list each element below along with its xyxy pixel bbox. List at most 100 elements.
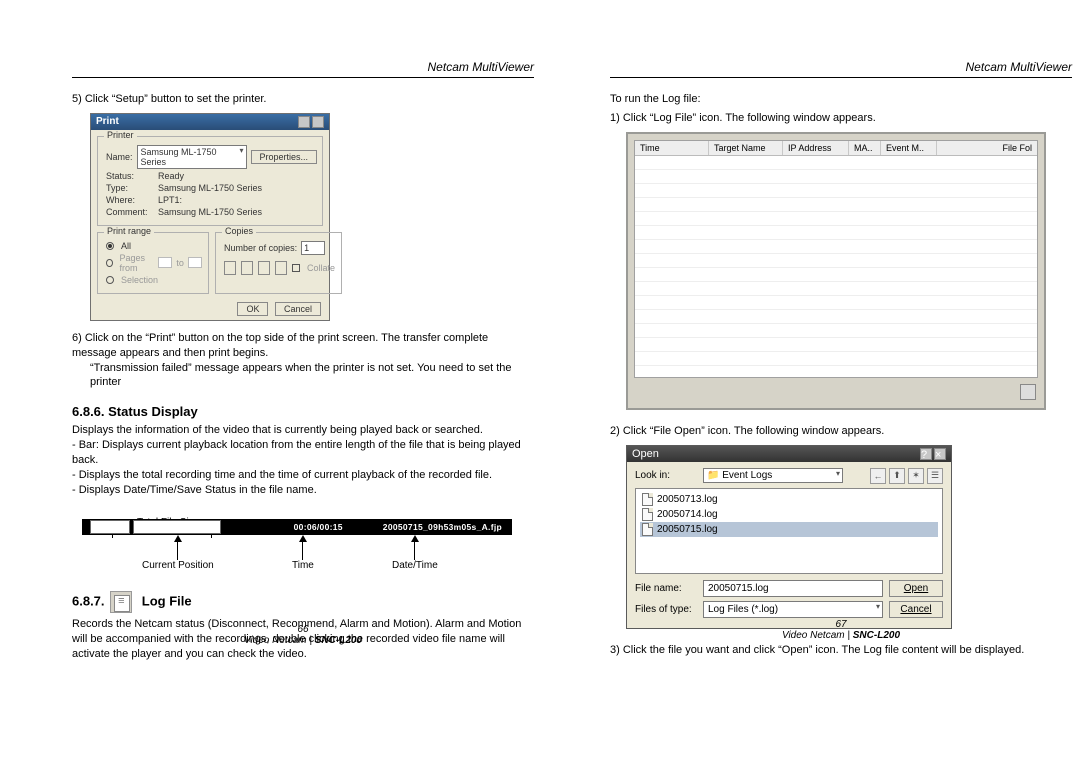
cancel-button[interactable]: Cancel xyxy=(275,302,321,316)
open-button[interactable]: Open xyxy=(889,580,943,597)
collate-label: Collate xyxy=(307,263,335,273)
printer-name-select[interactable]: Samsung ML-1750 Series xyxy=(137,145,247,169)
log-list-header: Time Target Name IP Address MA.. Event M… xyxy=(635,141,1037,156)
open-dialog-titlebar: Open ? × xyxy=(627,446,951,462)
file-name: 20050715.log xyxy=(657,524,718,535)
right-intro: To run the Log file: xyxy=(610,92,1072,107)
properties-button[interactable]: Properties... xyxy=(251,150,318,164)
footer-ref-a: Video Netcam xyxy=(782,630,845,641)
log-col-mac[interactable]: MA.. xyxy=(849,141,881,155)
file-open-icon[interactable] xyxy=(1020,384,1036,400)
printer-group-title: Printer xyxy=(104,130,137,140)
right-step-1: 1) Click “Log File” icon. The following … xyxy=(610,111,1072,126)
log-col-time[interactable]: Time xyxy=(635,141,709,155)
page-number-right: 67 xyxy=(610,619,1072,630)
back-icon[interactable]: ← xyxy=(870,468,886,484)
new-folder-icon[interactable]: ✶ xyxy=(908,468,924,484)
print-range-group: Print range All Pages fromto Selection xyxy=(97,232,209,294)
range-selection-label: Selection xyxy=(121,275,158,285)
log-col-ip[interactable]: IP Address xyxy=(783,141,849,155)
range-pages-radio[interactable] xyxy=(106,259,113,267)
file-name: 20050713.log xyxy=(657,494,718,505)
log-rows xyxy=(635,156,1037,366)
log-col-filefol[interactable]: File Fol xyxy=(937,141,1037,155)
print-range-title: Print range xyxy=(104,226,154,236)
range-all-label: All xyxy=(121,241,131,251)
copies-input[interactable]: 1 xyxy=(301,241,325,255)
step-6-line1: 6) Click on the “Print” button on the to… xyxy=(72,331,534,361)
dialog-cancel-button[interactable]: Cancel xyxy=(889,601,943,618)
range-from-input[interactable] xyxy=(158,257,172,268)
section-686-p1: Displays the information of the video th… xyxy=(72,423,534,438)
copies-label: Number of copies: xyxy=(224,243,297,253)
footer-right: 67 Video Netcam | SNC-L200 xyxy=(610,619,1072,641)
filename-input[interactable]: 20050715.log xyxy=(703,580,883,597)
copies-title: Copies xyxy=(222,226,256,236)
page-header-left: Netcam MultiViewer xyxy=(72,60,534,78)
list-item[interactable]: 20050714.log xyxy=(640,507,938,522)
footer-ref-a: Video Netcam xyxy=(244,635,307,646)
log-col-target[interactable]: Target Name xyxy=(709,141,783,155)
printer-comment-value: Samsung ML-1750 Series xyxy=(158,207,316,217)
printer-where-value: LPT1: xyxy=(158,195,316,205)
playback-status-bar: 00:06/00:15 20050715_09h53m05s_A.fjp xyxy=(82,519,512,535)
page-number-left: 66 xyxy=(72,624,534,635)
collate-icon xyxy=(224,261,236,275)
view-icon[interactable]: ☰ xyxy=(927,468,943,484)
section-686-p2: - Bar: Displays current playback locatio… xyxy=(72,438,534,468)
step-5: 5) Click “Setup” button to set the print… xyxy=(72,92,534,107)
lookin-value: Event Logs xyxy=(722,470,772,481)
collate-icon xyxy=(275,261,287,275)
collate-icon xyxy=(258,261,270,275)
printer-status-value: Ready xyxy=(158,171,316,181)
printer-name-label: Name: xyxy=(106,152,133,162)
print-dialog-titlebar: Print xyxy=(91,114,329,130)
file-list[interactable]: 20050713.log 20050714.log 20050715.log xyxy=(635,488,943,574)
file-icon xyxy=(642,523,653,536)
print-dialog-title: Print xyxy=(96,116,119,128)
lookin-select[interactable]: 📁 Event Logs xyxy=(703,468,843,483)
page-header-right: Netcam MultiViewer xyxy=(610,60,1072,78)
close-icon[interactable]: × xyxy=(934,448,946,460)
section-686-p4: - Displays Date/Time/Save Status in the … xyxy=(72,483,534,498)
progress-empty xyxy=(133,520,221,534)
range-all-radio[interactable] xyxy=(106,242,114,250)
printer-where-label: Where: xyxy=(106,195,154,205)
log-col-event[interactable]: Event M.. xyxy=(881,141,937,155)
section-686-title: 6.8.6. Status Display xyxy=(72,404,534,419)
list-item-selected[interactable]: 20050715.log xyxy=(640,522,938,537)
page-right: Netcam MultiViewer To run the Log file: … xyxy=(610,60,1072,657)
up-icon[interactable]: ⬆ xyxy=(889,468,905,484)
help-icon[interactable] xyxy=(298,116,310,128)
printer-comment-label: Comment: xyxy=(106,207,154,217)
list-item[interactable]: 20050713.log xyxy=(640,492,938,507)
current-position-label: Current Position xyxy=(142,560,214,571)
page-left: Netcam MultiViewer 5) Click “Setup” butt… xyxy=(72,60,534,662)
section-687-number: 6.8.7. xyxy=(72,594,105,609)
range-to-label: to xyxy=(176,258,184,268)
arrow-current-position: Current Position xyxy=(142,535,214,571)
log-list-window: Time Target Name IP Address MA.. Event M… xyxy=(626,132,1046,410)
arrow-time: Time xyxy=(292,535,314,571)
file-icon xyxy=(642,508,653,521)
section-687-title: Log File xyxy=(142,594,192,609)
close-icon[interactable] xyxy=(312,116,324,128)
step-6-line2: “Transmission failed” message appears wh… xyxy=(90,361,534,391)
ok-button[interactable]: OK xyxy=(237,302,268,316)
progress-filled xyxy=(90,520,130,534)
printer-status-label: Status: xyxy=(106,171,154,181)
collate-checkbox[interactable] xyxy=(292,264,300,272)
range-selection-radio[interactable] xyxy=(106,276,114,284)
footer-ref-b: SNC-L200 xyxy=(315,635,362,646)
printer-type-value: Samsung ML-1750 Series xyxy=(158,183,316,193)
copies-group: Copies Number of copies:1 Collate xyxy=(215,232,342,294)
section-686-p3: - Displays the total recording time and … xyxy=(72,468,534,483)
log-list-inner: Time Target Name IP Address MA.. Event M… xyxy=(634,140,1038,378)
section-687-heading: 6.8.7. Log File xyxy=(72,591,534,613)
arrow-datetime: Date/Time xyxy=(392,535,438,571)
filetype-select[interactable]: Log Files (*.log) xyxy=(703,601,883,618)
range-to-input[interactable] xyxy=(188,257,202,268)
collate-icon xyxy=(241,261,253,275)
log-file-icon xyxy=(110,591,132,613)
help-icon[interactable]: ? xyxy=(920,448,932,460)
